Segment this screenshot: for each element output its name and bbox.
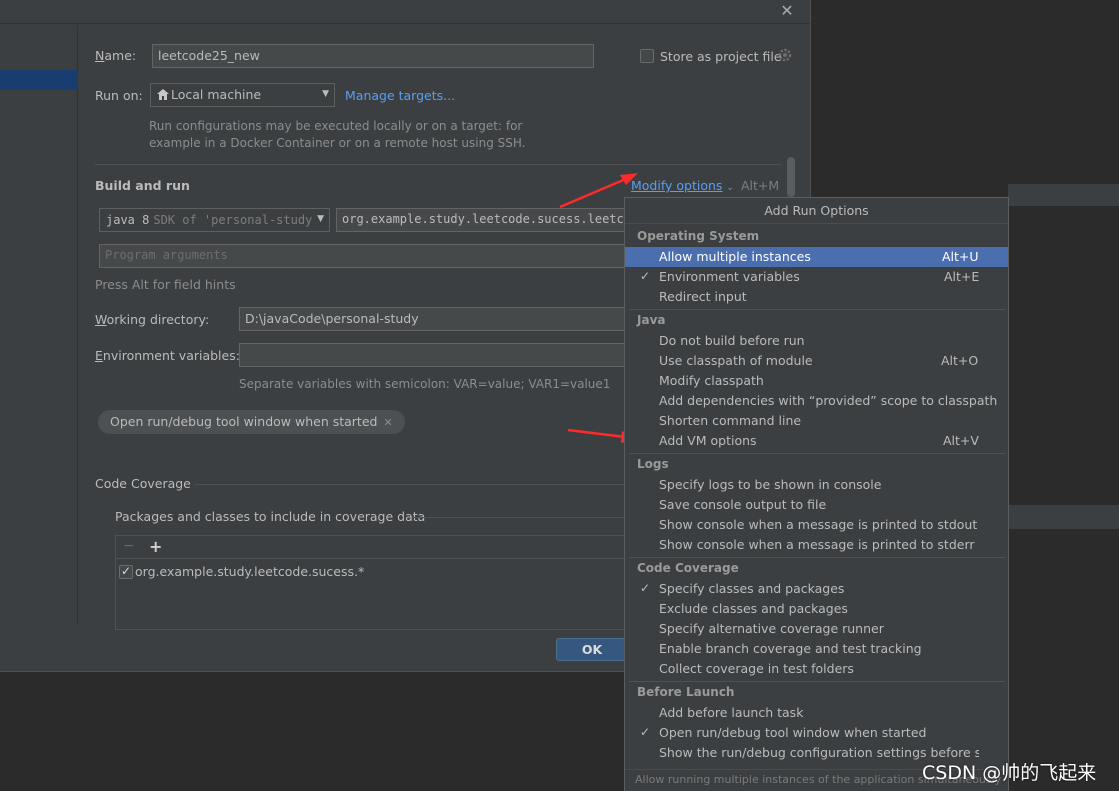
menu-item-redirect-input[interactable]: Redirect input [659,289,747,304]
configurations-tree-selection-highlight [0,70,78,90]
menu-item-alternative-coverage-runner[interactable]: Specify alternative coverage runner [659,621,884,636]
popup-separator [629,309,1005,310]
menu-item-show-console-stderr[interactable]: Show console when a message is printed t… [659,537,975,552]
add-icon[interactable]: + [149,537,162,556]
popup-separator [629,681,1005,682]
checkmark-icon: ✓ [640,581,651,595]
section-operating-system: Operating System [637,229,760,243]
menu-item-do-not-build[interactable]: Do not build before run [659,333,805,348]
manage-targets-link[interactable]: Manage targets... [345,88,455,103]
store-as-project-file-label: Store as project file [660,49,782,64]
open-tool-window-tag-label: Open run/debug tool window when started [110,414,378,429]
environment-variables-mnemonic: E [95,348,103,363]
menu-item-open-tool-window[interactable]: Open run/debug tool window when started [659,725,926,740]
jdk-dropdown[interactable]: java 8 SDK of 'personal-study ▼ [99,208,330,232]
chevron-down-icon: ▼ [322,89,329,99]
run-on-dropdown[interactable]: Local machine ▼ [150,83,335,107]
press-alt-hint: Press Alt for field hints [95,277,236,292]
working-directory-label: Working directory: [95,312,209,327]
menu-item-allow-multiple-instances[interactable]: Allow multiple instances [659,249,811,264]
section-code-coverage: Code Coverage [637,561,739,575]
remove-icon[interactable]: − [123,538,135,554]
checkmark-icon: ✓ [640,269,651,283]
program-arguments-field[interactable]: Program arguments [99,244,626,268]
menu-item-shorten-command-line[interactable]: Shorten command line [659,413,801,428]
modify-options-shortcut: Alt+M [741,178,780,193]
working-directory-label-rest: orking directory: [106,312,210,327]
working-directory-field[interactable]: D:\javaCode\personal-study [239,307,626,331]
menu-item-branch-coverage[interactable]: Enable branch coverage and test tracking [659,641,922,656]
dialog-titlebar [0,0,810,24]
menu-item-save-console-output[interactable]: Save console output to file [659,497,826,512]
environment-variables-hint: Separate variables with semicolon: VAR=v… [239,377,611,391]
shortcut-use-classpath-of-module: Alt+O [941,353,979,368]
name-label-mnemonic: N [95,48,105,63]
menu-item-specify-logs[interactable]: Specify logs to be shown in console [659,477,881,492]
menu-item-add-before-launch-task[interactable]: Add before launch task [659,705,803,720]
gear-icon[interactable] [778,47,792,63]
shortcut-allow-multiple-instances: Alt+U [942,249,979,264]
menu-item-exclude-classes-and-packages[interactable]: Exclude classes and packages [659,601,848,616]
coverage-table-toolbar [116,536,629,559]
watermark: CSDN @帅的飞起来 [922,762,1097,784]
home-icon [157,85,171,106]
section-logs: Logs [637,457,669,471]
environment-variables-label: Environment variables: [95,348,240,363]
coverage-entry[interactable]: org.example.study.leetcode.sucess.* [135,564,364,579]
separator [195,484,625,485]
name-field[interactable]: leetcode25_new [152,44,594,68]
menu-item-add-vm-options[interactable]: Add VM options [659,433,757,448]
name-label: Name: [95,48,136,63]
section-before-launch: Before Launch [637,685,735,699]
run-on-label: Run on: [95,88,143,103]
menu-item-add-provided-dependencies[interactable]: Add dependencies with “provided” scope t… [659,393,997,408]
chevron-down-icon: ⌄ [726,183,734,193]
ok-button[interactable]: OK [556,638,628,661]
popup-title: Add Run Options [625,198,1008,224]
run-on-hint-line1: Run configurations may be executed local… [149,119,523,133]
configurations-tree[interactable] [0,25,78,625]
background-bar [1008,184,1119,206]
run-on-hint-line2: example in a Docker Container or on a re… [149,136,526,150]
menu-item-environment-variables[interactable]: Environment variables [659,269,800,284]
jdk-value: java 8 [106,213,150,227]
popup-separator [629,453,1005,454]
section-java: Java [637,313,666,327]
name-label-rest: ame: [104,48,137,63]
environment-variables-label-rest: nvironment variables: [102,348,240,363]
working-directory-mnemonic: W [95,312,107,327]
menu-item-modify-classpath[interactable]: Modify classpath [659,373,764,388]
packages-label: Packages and classes to include in cover… [115,509,426,524]
checkmark-icon: ✓ [640,725,651,739]
shortcut-environment-variables: Alt+E [944,269,980,284]
environment-variables-field[interactable] [239,343,626,367]
menu-item-use-classpath-of-module[interactable]: Use classpath of module [659,353,813,368]
shortcut-add-vm-options: Alt+V [943,433,979,448]
build-and-run-heading: Build and run [95,178,190,193]
separator [95,164,781,165]
run-on-value: Local machine [171,87,262,102]
jdk-detail: SDK of 'personal-study [153,213,313,227]
close-icon[interactable]: ✕ [778,2,796,20]
coverage-entry-checkbox[interactable] [119,564,133,579]
menu-item-show-console-stdout[interactable]: Show console when a message is printed t… [659,517,977,532]
menu-item-coverage-test-folders[interactable]: Collect coverage in test folders [659,661,854,676]
menu-item-specify-classes-and-packages[interactable]: Specify classes and packages [659,581,844,596]
add-run-options-popup [624,197,1009,791]
store-as-project-file-checkbox[interactable] [640,49,654,63]
open-tool-window-tag[interactable]: Open run/debug tool window when started ✕ [98,410,405,434]
scrollbar-thumb[interactable] [787,157,795,197]
close-icon[interactable]: ✕ [383,416,392,429]
chevron-down-icon: ▼ [314,209,324,230]
code-coverage-heading: Code Coverage [95,476,191,491]
popup-separator [629,557,1005,558]
separator [412,517,625,518]
background-bar [1008,505,1119,529]
